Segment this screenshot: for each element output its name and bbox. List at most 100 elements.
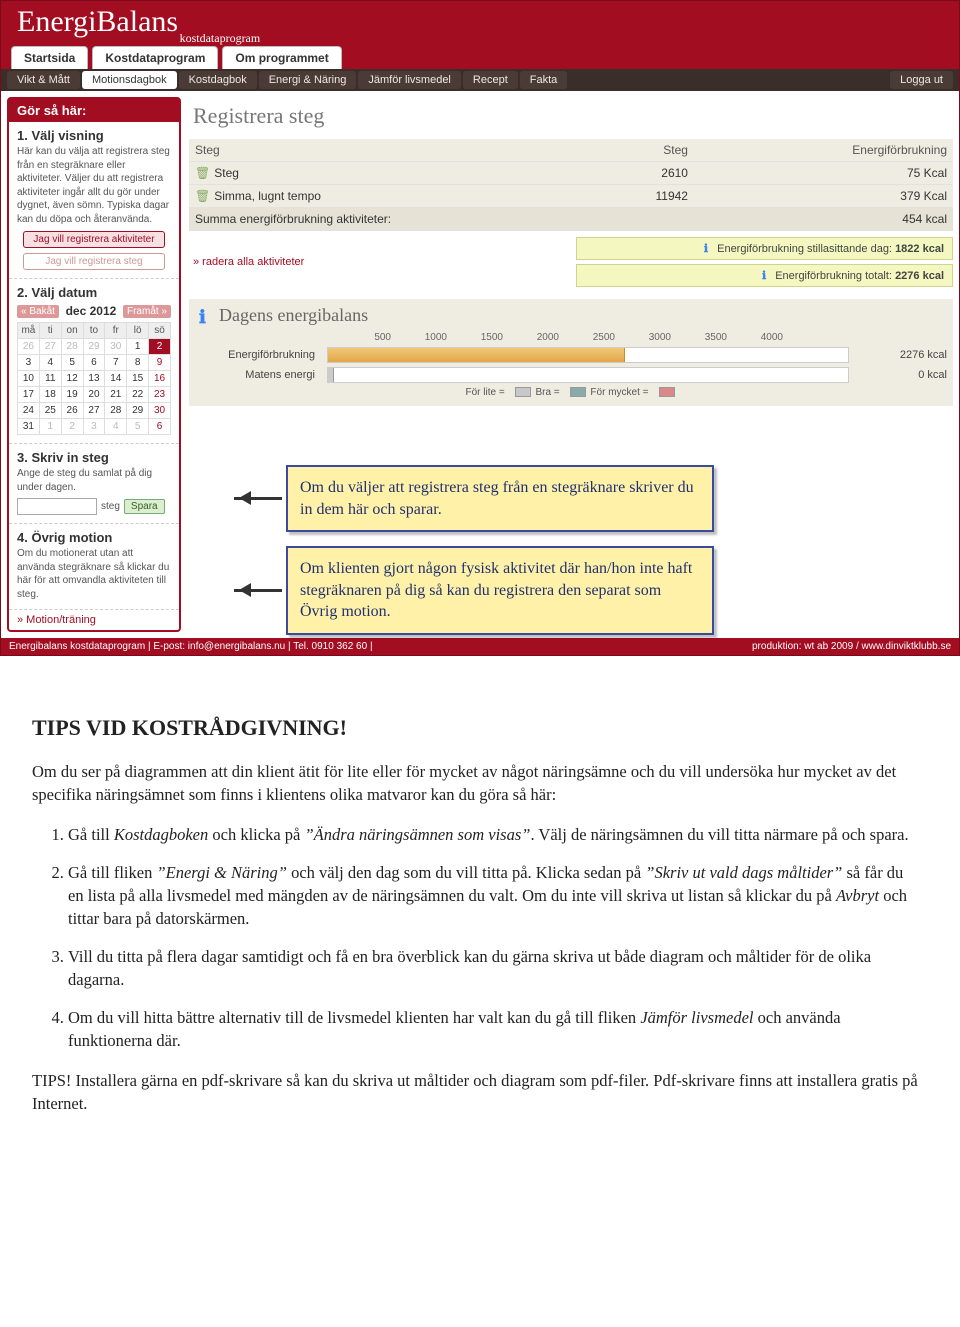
sub-tabs: Vikt & Mått Motionsdagbok Kostdagbok Ene… xyxy=(1,69,959,91)
cal-day[interactable]: 1 xyxy=(39,419,61,435)
cal-day[interactable]: 1 xyxy=(127,339,149,355)
cal-day[interactable]: 4 xyxy=(39,355,61,371)
activity-steps: 2610 xyxy=(571,162,694,185)
cal-day[interactable]: 17 xyxy=(18,387,40,403)
cal-day[interactable]: 28 xyxy=(105,403,127,419)
sidebar-step-1: 1. Välj visning Här kan du välja att reg… xyxy=(9,122,179,279)
col-steps: Steg xyxy=(571,139,694,162)
tick: 500 xyxy=(335,332,391,343)
tab-kostdataprogram[interactable]: Kostdataprogram xyxy=(92,46,218,69)
cal-day[interactable]: 2 xyxy=(61,419,83,435)
still-label: Energiförbrukning stillasittande dag: xyxy=(717,243,892,255)
cal-day[interactable]: 12 xyxy=(61,371,83,387)
footer-right: produktion: wt ab 2009 / www.dinviktklub… xyxy=(752,641,951,652)
sidebar-title: Gör så här: xyxy=(9,99,179,122)
cal-day[interactable]: 8 xyxy=(127,355,149,371)
cal-day[interactable]: 7 xyxy=(105,355,127,371)
cal-day[interactable]: 23 xyxy=(149,387,171,403)
cal-day[interactable]: 30 xyxy=(105,339,127,355)
total-label: Energiförbrukning totalt: xyxy=(775,270,892,282)
subtab-fakta[interactable]: Fakta xyxy=(520,71,568,89)
cal-day[interactable]: 13 xyxy=(83,371,105,387)
register-steps-button[interactable]: Jag vill registrera steg xyxy=(23,253,164,270)
cal-day[interactable]: 10 xyxy=(18,371,40,387)
prev-month-button[interactable]: « Bakåt xyxy=(17,305,59,318)
article-tip: TIPS! Installera gärna en pdf-skrivare s… xyxy=(32,1069,920,1116)
table-row: 🗑Steg 2610 75 Kcal xyxy=(189,162,953,185)
step1-heading: 1. Välj visning xyxy=(17,128,171,143)
chart-legend: För lite = Bra = För mycket = xyxy=(195,387,947,398)
cal-day[interactable]: 18 xyxy=(39,387,61,403)
cal-day[interactable]: 6 xyxy=(83,355,105,371)
subtab-energi-naring[interactable]: Energi & Näring xyxy=(259,71,357,89)
cal-day[interactable]: 5 xyxy=(127,419,149,435)
bar-value: 0 kcal xyxy=(857,369,947,381)
activities-table: Steg Steg Energiförbrukning 🗑Steg 2610 7… xyxy=(189,139,953,231)
list-item: Gå till fliken ”Energi & Näring” och väl… xyxy=(68,861,920,931)
legend-label: Bra = xyxy=(535,387,559,398)
cal-day[interactable]: 11 xyxy=(39,371,61,387)
cal-day[interactable]: 27 xyxy=(83,403,105,419)
cal-day[interactable]: 31 xyxy=(18,419,40,435)
steps-unit: steg xyxy=(101,501,120,512)
cal-day[interactable]: 25 xyxy=(39,403,61,419)
cal-day[interactable]: 19 xyxy=(61,387,83,403)
app-window: EnergiBalans kostdataprogram Startsida K… xyxy=(0,0,960,656)
list-item: Vill du titta på flera dagar samtidigt o… xyxy=(68,945,920,992)
cal-day[interactable]: 21 xyxy=(105,387,127,403)
cal-day[interactable]: 9 xyxy=(149,355,171,371)
cal-day[interactable]: 16 xyxy=(149,371,171,387)
register-activities-button[interactable]: Jag vill registrera aktiviteter xyxy=(23,231,164,248)
cal-day[interactable]: 28 xyxy=(61,339,83,355)
cal-day[interactable]: 26 xyxy=(18,339,40,355)
bar-value: 2276 kcal xyxy=(857,349,947,361)
motion-training-link[interactable]: » Motion/träning xyxy=(9,610,179,630)
subtab-vikt-matt[interactable]: Vikt & Mått xyxy=(7,71,80,89)
trash-icon[interactable]: 🗑 xyxy=(195,189,210,203)
callout-text: Om du väljer att registrera steg från en… xyxy=(300,479,694,518)
tick: 2000 xyxy=(503,332,559,343)
cal-day-selected[interactable]: 2 xyxy=(149,339,171,355)
chart-axis: 500 1000 1500 2000 2500 3000 3500 4000 xyxy=(195,332,947,343)
annotation-overlay: Om du väljer att registrera steg från en… xyxy=(286,465,714,649)
trash-icon[interactable]: 🗑 xyxy=(195,166,210,180)
tab-om-programmet[interactable]: Om programmet xyxy=(222,46,341,69)
next-month-button[interactable]: Framåt » xyxy=(123,305,171,318)
step2-heading: 2. Välj datum xyxy=(17,285,171,300)
save-button[interactable]: Spara xyxy=(124,499,165,514)
cal-day[interactable]: 14 xyxy=(105,371,127,387)
cal-day[interactable]: 4 xyxy=(105,419,127,435)
subtab-recept[interactable]: Recept xyxy=(463,71,518,89)
cal-day[interactable]: 5 xyxy=(61,355,83,371)
cal-day[interactable]: 15 xyxy=(127,371,149,387)
tab-startsida[interactable]: Startsida xyxy=(11,46,88,69)
cal-day[interactable]: 29 xyxy=(83,339,105,355)
cal-day[interactable]: 26 xyxy=(61,403,83,419)
dow: fr xyxy=(105,323,127,339)
swatch-icon xyxy=(659,387,675,397)
activity-name: Simma, lugnt tempo xyxy=(214,189,321,203)
cal-day[interactable]: 3 xyxy=(18,355,40,371)
subtab-kostdagbok[interactable]: Kostdagbok xyxy=(179,71,257,89)
cal-day[interactable]: 3 xyxy=(83,419,105,435)
cal-day[interactable]: 29 xyxy=(127,403,149,419)
cal-day[interactable]: 20 xyxy=(83,387,105,403)
logout-button[interactable]: Logga ut xyxy=(890,71,953,89)
callout-box: Om klienten gjort någon fysisk aktivitet… xyxy=(286,546,714,635)
subtab-jamfor-livsmedel[interactable]: Jämför livsmedel xyxy=(358,71,461,89)
sidebar-step-4: 4. Övrig motion Om du motionerat utan at… xyxy=(9,524,179,610)
subtab-motionsdagbok[interactable]: Motionsdagbok xyxy=(82,71,177,89)
em: Jämför livsmedel xyxy=(640,1008,753,1027)
sidebar-step-2: 2. Välj datum « Bakåt dec 2012 Framåt » … xyxy=(9,279,179,444)
sidebar-step-3: 3. Skriv in steg Ange de steg du samlat … xyxy=(9,444,179,524)
cal-day[interactable]: 27 xyxy=(39,339,61,355)
delete-all-link[interactable]: » radera alla aktiviteter xyxy=(189,250,308,274)
steps-input[interactable] xyxy=(17,498,97,515)
cal-day[interactable]: 30 xyxy=(149,403,171,419)
legend-label: För mycket = xyxy=(590,387,648,398)
month-nav: « Bakåt dec 2012 Framåt » xyxy=(17,304,171,318)
cal-day[interactable]: 24 xyxy=(18,403,40,419)
cal-day[interactable]: 6 xyxy=(149,419,171,435)
cal-day[interactable]: 22 xyxy=(127,387,149,403)
still-energy-box: Energiförbrukning stillasittande dag: 18… xyxy=(576,237,953,260)
